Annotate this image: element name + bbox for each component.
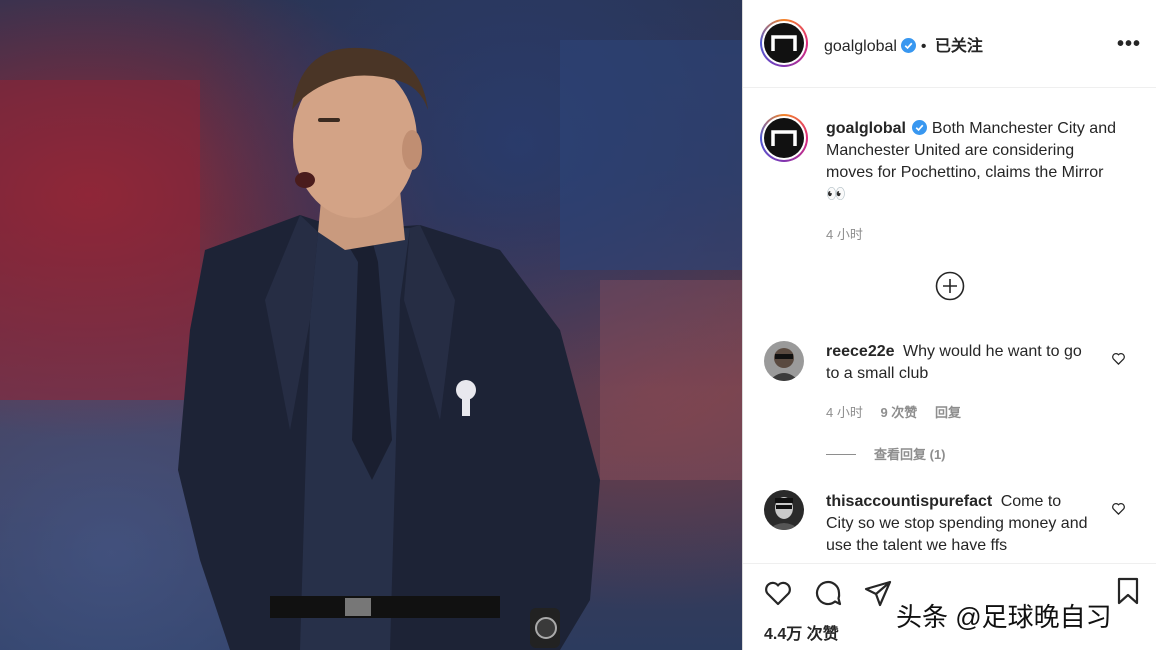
post-sidebar: goalglobal • 已关注 ••• goalglobal Both Man… (742, 0, 1156, 650)
post-like-count[interactable]: 4.4万 次赞 (764, 620, 839, 644)
comment-username[interactable]: reece22e (826, 343, 895, 360)
caption-author-avatar[interactable] (760, 114, 808, 162)
post-caption: goalglobal Both Manchester City and Manc… (826, 118, 1116, 206)
comment-like-heart-icon[interactable] (1111, 501, 1126, 516)
more-options-icon[interactable]: ••• (1117, 33, 1141, 56)
send-icon[interactable] (863, 578, 893, 608)
reply-button[interactable]: 回复 (935, 405, 961, 420)
post-photo (0, 0, 742, 650)
avatar-image (764, 341, 804, 381)
comment-like-count[interactable]: 9 次赞 (880, 405, 917, 420)
commenter-avatar[interactable] (764, 490, 804, 530)
avatar-image (764, 490, 804, 530)
toutiao-watermark: 头条 @足球晚自习 (896, 602, 1112, 632)
comment-body: reece22e Why would he want to go to a sm… (826, 341, 1088, 385)
caption-username[interactable]: goalglobal (826, 120, 906, 137)
comment-timestamp[interactable]: 4 小时 (826, 405, 863, 420)
verified-badge-icon (901, 38, 917, 53)
view-replies-label: 查看回复 (1) (874, 447, 946, 462)
heart-icon[interactable] (763, 578, 793, 608)
header-user-line: goalglobal • 已关注 (824, 32, 983, 56)
goal-logo-icon (771, 130, 797, 146)
verified-badge-icon (912, 120, 928, 135)
view-replies-button[interactable]: 查看回复 (1) (826, 444, 946, 463)
follow-status-button[interactable]: 已关注 (935, 38, 983, 55)
post-header: goalglobal • 已关注 ••• (743, 0, 1156, 88)
bookmark-icon[interactable] (1113, 576, 1143, 606)
instagram-post-view: goalglobal • 已关注 ••• goalglobal Both Man… (0, 0, 1156, 650)
goal-logo-icon (771, 35, 797, 51)
photo-illustration (0, 40, 742, 650)
commenter-avatar[interactable] (764, 341, 804, 381)
comment-body: thisaccountispurefact Come to City so we… (826, 491, 1088, 557)
comment-username[interactable]: thisaccountispurefact (826, 493, 992, 510)
comment-icon[interactable] (813, 578, 843, 608)
comment-meta: 4 小时 9 次赞 回复 (826, 402, 975, 421)
plus-circle-icon[interactable] (935, 271, 965, 301)
dot-separator: • (920, 38, 927, 55)
author-username[interactable]: goalglobal (824, 38, 897, 55)
comment-like-heart-icon[interactable] (1111, 351, 1126, 366)
replies-divider (826, 454, 856, 455)
author-avatar[interactable] (760, 19, 808, 67)
caption-timestamp[interactable]: 4 小时 (826, 224, 863, 243)
